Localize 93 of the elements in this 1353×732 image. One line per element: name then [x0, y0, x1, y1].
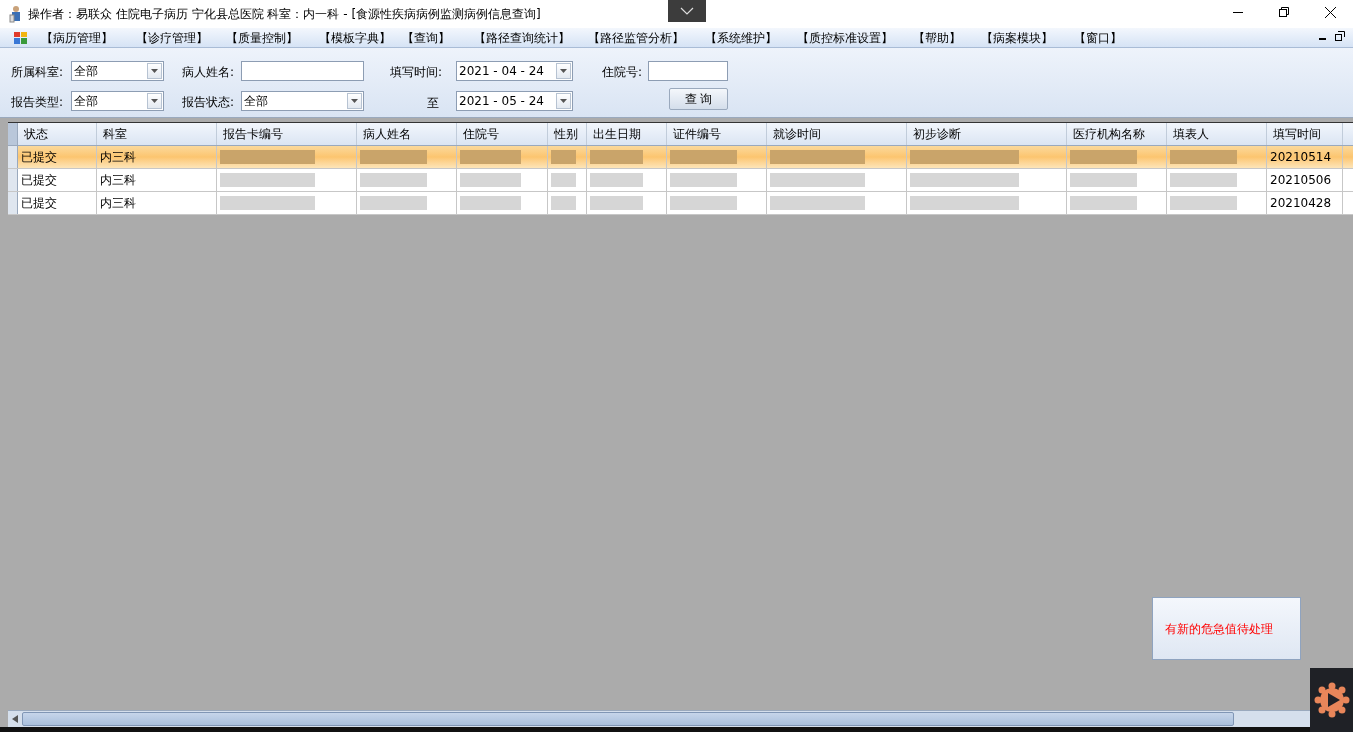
restore-icon[interactable] — [1335, 31, 1345, 41]
field-label: 报告状态: — [182, 94, 235, 111]
dropdown-arrow-icon — [351, 99, 358, 103]
column-header[interactable]: 医疗机构名称 — [1067, 123, 1167, 145]
table-cell: 内三科 — [97, 192, 217, 214]
table-cell: 20210428 — [1267, 192, 1343, 214]
blurred-text — [590, 150, 644, 164]
table-cell: 内三科 — [97, 146, 217, 168]
column-header[interactable]: 出生日期 — [587, 123, 667, 145]
column-header[interactable]: 填表人 — [1167, 123, 1267, 145]
blurred-text — [590, 196, 644, 210]
column-header[interactable]: 状态 — [18, 123, 97, 145]
column-header[interactable]: 性别 — [548, 123, 587, 145]
blurred-text — [460, 173, 521, 187]
blurred-text — [670, 196, 738, 210]
menu-item[interactable]: 【路径监管分析】 — [588, 28, 705, 47]
table-cell: 已提交 — [18, 192, 97, 214]
blurred-text — [1070, 173, 1138, 187]
menu-item[interactable]: 【质量控制】 — [226, 28, 319, 47]
blurred-text — [551, 196, 576, 210]
blurred-text — [551, 173, 576, 187]
table-cell: 已提交 — [18, 169, 97, 191]
blurred-text — [460, 196, 521, 210]
table-cell: 已提交 — [18, 146, 97, 168]
blurred-text — [1170, 173, 1238, 187]
table-row[interactable]: 已提交 内三科 20210506 — [8, 169, 1353, 192]
field-label: 所属科室: — [11, 64, 64, 81]
menu-item[interactable]: 【窗口】 — [1074, 28, 1144, 47]
table-cell: 内三科 — [97, 169, 217, 191]
department-dropdown[interactable]: 全部 — [71, 61, 164, 81]
blurred-text — [1170, 196, 1238, 210]
column-header[interactable]: 报告卡编号 — [217, 123, 357, 145]
field-label: 报告类型: — [11, 94, 64, 111]
close-icon — [1324, 6, 1336, 18]
horizontal-scrollbar[interactable] — [8, 710, 1310, 727]
window-title: 操作者：易联众 住院电子病历 宁化县总医院 科室：内一科 - [食源性疾病病例监测病例信息查询] — [28, 6, 541, 23]
menu-item[interactable]: 【质控标准设置】 — [797, 28, 913, 47]
dropdown-tab[interactable] — [668, 0, 706, 22]
blurred-text — [360, 173, 428, 187]
blurred-text — [360, 150, 428, 164]
row-header[interactable] — [8, 169, 18, 191]
menu-item[interactable]: 【病案模块】 — [981, 28, 1074, 47]
table-row[interactable]: 已提交 内三科 20210514 — [8, 146, 1353, 169]
scroll-left-icon[interactable] — [12, 715, 18, 723]
table-cell: 20210506 — [1267, 169, 1343, 191]
restore-icon — [1279, 7, 1289, 17]
report-type-dropdown[interactable]: 全部 — [71, 91, 164, 111]
menu-item[interactable]: 【路径查询统计】 — [474, 28, 588, 47]
blurred-text — [1170, 150, 1238, 164]
alert-message: 有新的危急值待处理 — [1165, 620, 1273, 638]
column-header[interactable]: 初步诊断 — [907, 123, 1067, 145]
dropdown-arrow-icon — [151, 69, 158, 73]
menu-item[interactable]: 【帮助】 — [913, 28, 981, 47]
blurred-text — [360, 196, 428, 210]
row-header[interactable] — [8, 146, 18, 168]
dropdown-arrow-icon — [560, 69, 567, 73]
mdi-icon — [14, 31, 27, 44]
field-label: 填写时间: — [390, 64, 443, 81]
field-label: 病人姓名: — [182, 64, 235, 81]
table-cell: 20210514 — [1267, 146, 1343, 168]
field-label: 至 — [427, 95, 439, 112]
blurred-text — [1070, 150, 1138, 164]
blurred-text — [460, 150, 521, 164]
blurred-text — [551, 150, 576, 164]
blurred-text — [1070, 196, 1138, 210]
app-icon — [9, 5, 23, 23]
blurred-text — [590, 173, 644, 187]
blurred-text — [670, 173, 738, 187]
dropdown-arrow-icon — [560, 99, 567, 103]
menu-item[interactable]: 【查询】 — [402, 28, 474, 47]
menu-item[interactable]: 【病历管理】 — [41, 28, 136, 47]
date-picker[interactable]: 2021 - 05 - 24 — [456, 91, 573, 111]
date-picker[interactable]: 2021 - 04 - 24 — [456, 61, 573, 81]
column-header[interactable]: 填写时间 — [1267, 123, 1343, 145]
chevron-icon — [680, 7, 694, 15]
column-header[interactable]: 病人姓名 — [357, 123, 457, 145]
column-header[interactable]: 就诊时间 — [767, 123, 907, 145]
menu-item[interactable]: 【系统维护】 — [705, 28, 797, 47]
table-row[interactable]: 已提交 内三科 20210428 — [8, 192, 1353, 215]
menu-item[interactable]: 【模板字典】 — [319, 28, 402, 47]
player-icon[interactable] — [1313, 682, 1350, 718]
blurred-text — [670, 150, 738, 164]
field-label: 住院号: — [602, 64, 643, 81]
report-status-dropdown[interactable]: 全部 — [241, 91, 364, 111]
column-header[interactable]: 住院号 — [457, 123, 548, 145]
text-field[interactable] — [648, 61, 728, 81]
menu-item[interactable]: 【诊疗管理】 — [136, 28, 226, 47]
query-button[interactable]: 查 询 — [669, 88, 728, 110]
row-header[interactable] — [8, 192, 18, 214]
text-field[interactable] — [241, 61, 364, 81]
dropdown-arrow-icon — [151, 99, 158, 103]
column-header[interactable]: 科室 — [97, 123, 217, 145]
column-header[interactable]: 证件编号 — [667, 123, 767, 145]
